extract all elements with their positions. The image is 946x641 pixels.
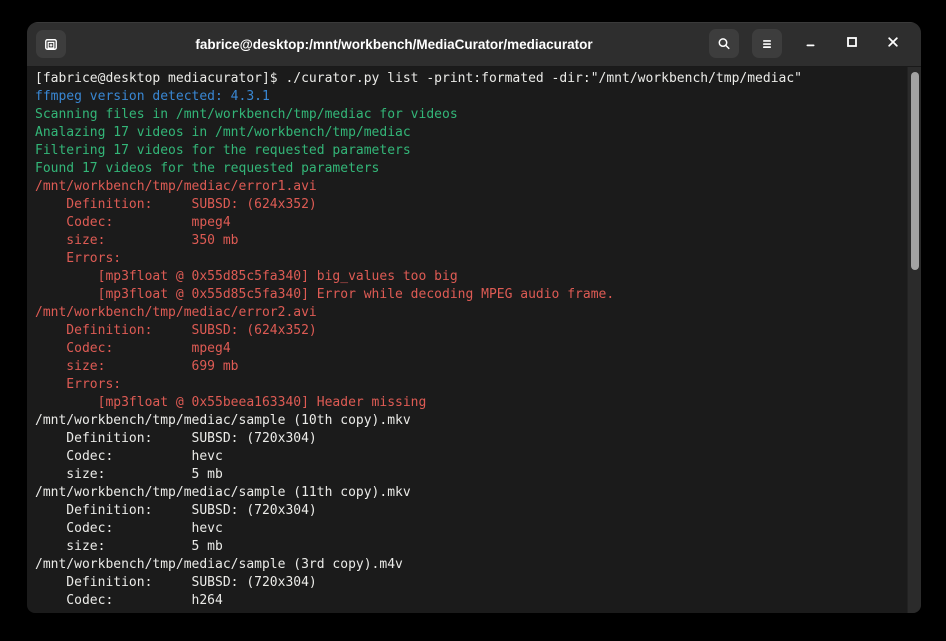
terminal-line: Codec: h264 bbox=[35, 592, 907, 610]
close-icon bbox=[885, 34, 901, 53]
close-button[interactable] bbox=[878, 29, 908, 58]
terminal-line: Errors: bbox=[35, 376, 907, 394]
terminal-line: Analazing 17 videos in /mnt/workbench/tm… bbox=[35, 124, 907, 142]
scrollbar-track[interactable] bbox=[907, 67, 921, 613]
terminal-line: Found 17 videos for the requested parame… bbox=[35, 160, 907, 178]
terminal-window: fabrice@desktop:/mnt/workbench/MediaCura… bbox=[27, 22, 921, 613]
minimize-icon bbox=[803, 34, 819, 53]
search-icon bbox=[716, 36, 732, 52]
terminal-line: Scanning files in /mnt/workbench/tmp/med… bbox=[35, 106, 907, 124]
terminal-line: [mp3float @ 0x55beea163340] Header missi… bbox=[35, 394, 907, 412]
terminal-line: size: 5 mb bbox=[35, 466, 907, 484]
terminal-line: Codec: mpeg4 bbox=[35, 340, 907, 358]
terminal-line: /mnt/workbench/tmp/mediac/sample (3rd co… bbox=[35, 556, 907, 574]
terminal-line: Definition: SUBSD: (720x304) bbox=[35, 574, 907, 592]
terminal-line: [mp3float @ 0x55d85c5fa340] big_values t… bbox=[35, 268, 907, 286]
terminal-line: size: 5 mb bbox=[35, 538, 907, 556]
terminal-line: Filtering 17 videos for the requested pa… bbox=[35, 142, 907, 160]
terminal-line: Codec: hevc bbox=[35, 520, 907, 538]
terminal-line: Definition: SUBSD: (720x304) bbox=[35, 502, 907, 520]
terminal-line: Errors: bbox=[35, 250, 907, 268]
terminal-output[interactable]: [fabrice@desktop mediacurator]$ ./curato… bbox=[27, 67, 921, 613]
terminal-line: [fabrice@desktop mediacurator]$ ./curato… bbox=[35, 70, 907, 88]
new-tab-button[interactable] bbox=[36, 30, 66, 58]
hamburger-menu-icon bbox=[759, 36, 775, 52]
terminal-line: ffmpeg version detected: 4.3.1 bbox=[35, 88, 907, 106]
search-button[interactable] bbox=[709, 29, 739, 58]
titlebar[interactable]: fabrice@desktop:/mnt/workbench/MediaCura… bbox=[27, 22, 921, 67]
terminal-line: Definition: SUBSD: (624x352) bbox=[35, 196, 907, 214]
terminal-line: Codec: hevc bbox=[35, 448, 907, 466]
terminal-lines: [fabrice@desktop mediacurator]$ ./curato… bbox=[35, 70, 907, 610]
terminal-line: size: 699 mb bbox=[35, 358, 907, 376]
terminal-line: /mnt/workbench/tmp/mediac/error2.avi bbox=[35, 304, 907, 322]
window-title: fabrice@desktop:/mnt/workbench/MediaCura… bbox=[87, 22, 701, 66]
maximize-icon bbox=[844, 34, 860, 53]
terminal-line: [mp3float @ 0x55d85c5fa340] Error while … bbox=[35, 286, 907, 304]
minimize-button[interactable] bbox=[796, 29, 826, 58]
terminal-line: /mnt/workbench/tmp/mediac/sample (11th c… bbox=[35, 484, 907, 502]
terminal-line: Codec: mpeg4 bbox=[35, 214, 907, 232]
terminal-line: Definition: SUBSD: (720x304) bbox=[35, 430, 907, 448]
scrollbar-thumb[interactable] bbox=[911, 72, 919, 270]
menu-button[interactable] bbox=[752, 29, 782, 58]
terminal-line: /mnt/workbench/tmp/mediac/error1.avi bbox=[35, 178, 907, 196]
terminal-line: size: 350 mb bbox=[35, 232, 907, 250]
maximize-button[interactable] bbox=[837, 29, 867, 58]
terminal-line: Definition: SUBSD: (624x352) bbox=[35, 322, 907, 340]
tab-new-icon bbox=[43, 36, 59, 52]
terminal-line: /mnt/workbench/tmp/mediac/sample (10th c… bbox=[35, 412, 907, 430]
